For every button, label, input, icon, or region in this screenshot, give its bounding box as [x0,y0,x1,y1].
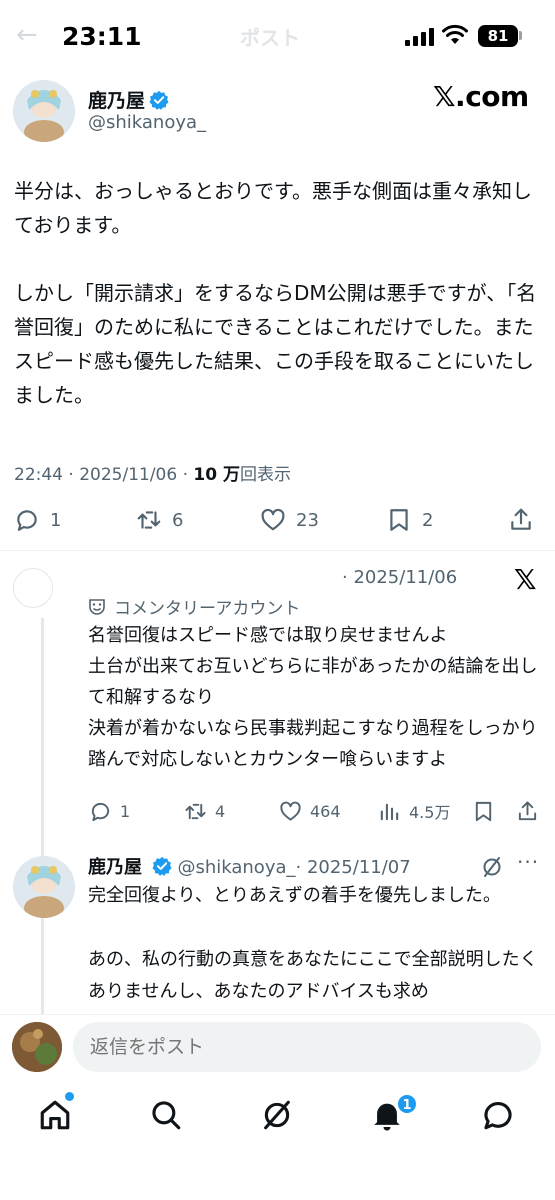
nav-grok[interactable] [260,1098,300,1138]
battery-indicator: 81 [478,25,518,47]
repost-button[interactable]: 6 [136,502,183,538]
notifications-badge: 1 [396,1093,418,1115]
heart-icon [261,508,285,531]
share-icon [518,800,537,820]
reply2-header: 鹿乃屋 @shikanoya_· 2025/11/07 [88,853,411,879]
reply-count: 1 [50,509,62,531]
nav-home[interactable] [38,1098,78,1138]
reply-icon [17,510,37,531]
reply-icon [91,802,110,821]
reply-button[interactable]: 1 [14,502,61,538]
reply-action-bar: 1 4 464 4.5万 [0,793,555,823]
like-count: 23 [296,509,319,531]
nav-search[interactable] [149,1098,189,1138]
reply2-author-name[interactable]: 鹿乃屋 [88,857,142,878]
reply-avatar[interactable] [13,568,53,608]
reply-like-button[interactable]: 464 [279,793,341,829]
avatar-illustration [13,856,75,918]
reply2-handle-date: @shikanoya_· 2025/11/07 [177,857,411,878]
back-arrow-icon[interactable]: ← [16,20,38,50]
reply-reply-count: 1 [120,801,131,821]
home-icon [40,1100,70,1130]
tweet-view-count: 10 万 [193,465,240,485]
bottom-navigation [0,1084,555,1200]
reply2-text: 完全回復より、とりあえずの着手を優先しました。 あの、私の行動の真意をあなたにこ… [88,885,538,1002]
reply2-avatar[interactable] [13,856,75,918]
grok-icon[interactable] [480,855,504,879]
reply-repost-button[interactable]: 4 [184,793,225,829]
analytics-icon [380,803,399,820]
reply-view-count: 4.5万 [409,803,451,822]
reply-input[interactable] [73,1022,541,1072]
search-icon [152,1101,181,1130]
tweet-timestamp: 22:44 · 2025/11/06 · [14,465,194,485]
share-icon [511,508,531,530]
thread-line [41,618,44,1028]
author-avatar[interactable] [13,80,75,142]
grok-icon [264,1100,290,1130]
tweet-text: 半分は、おっしゃるとおりです。悪手な側面は重々承知しております。 しかし「開示請… [14,179,537,407]
bookmark-icon [475,801,492,821]
reply-bookmark-button[interactable] [472,793,495,829]
status-time: 23:11 [62,22,142,51]
like-button[interactable]: 23 [260,502,319,538]
nav-messages[interactable] [481,1098,521,1138]
share-button[interactable] [508,502,534,538]
heart-icon [280,801,301,821]
wifi-icon [442,24,468,44]
tweet-view-label: 回表示 [239,465,291,485]
user-avatar[interactable] [12,1022,62,1072]
reply-account-label: コメンタリーアカウント [88,594,300,619]
reply-like-count: 464 [310,801,341,821]
bookmark-count: 2 [422,509,434,531]
home-notification-dot [65,1092,74,1101]
bookmark-button[interactable]: 2 [386,502,433,538]
x-logo: 𝕏 [514,563,537,596]
reply-text: 名誉回復はスピード感では取り戻せませんよ 土台が出来てお互いどちらに非があったか… [88,625,538,770]
reply-account-label-text: コメンタリーアカウント [114,599,301,619]
cellular-signal-icon [405,28,434,46]
status-bar: ← ポスト 23:11 81 [0,0,555,72]
reply-date: · 2025/11/06 [342,567,458,588]
x-com-logo: 𝕏.com [433,80,529,113]
messages-icon [484,1102,512,1130]
theater-mask-icon [89,598,105,615]
author-name-text: 鹿乃屋 [88,90,146,112]
reply-views-button[interactable]: 4.5万 [378,793,450,829]
reply-share-button[interactable] [516,793,539,829]
header-title: ポスト [240,26,300,50]
tweet-action-bar: 1 6 23 2 [0,502,555,538]
reply-reply-button[interactable]: 1 [89,793,130,829]
repost-icon [185,803,206,819]
user-avatar-image [12,1022,62,1072]
tweet-meta: 22:44 · 2025/11/06 · 10 万回表示 [14,460,291,485]
verified-badge-icon [152,856,172,876]
author-handle[interactable]: @shikanoya_ [88,112,206,133]
verified-badge-icon [149,90,169,110]
reply-repost-count: 4 [215,801,226,821]
battery-cap [519,31,522,40]
avatar-illustration [13,80,75,142]
more-options-icon[interactable]: ··· [517,850,539,874]
author-name[interactable]: 鹿乃屋 [88,86,169,113]
repost-count: 6 [172,509,184,531]
repost-icon [137,511,161,529]
bookmark-icon [390,509,408,531]
divider [0,550,555,551]
